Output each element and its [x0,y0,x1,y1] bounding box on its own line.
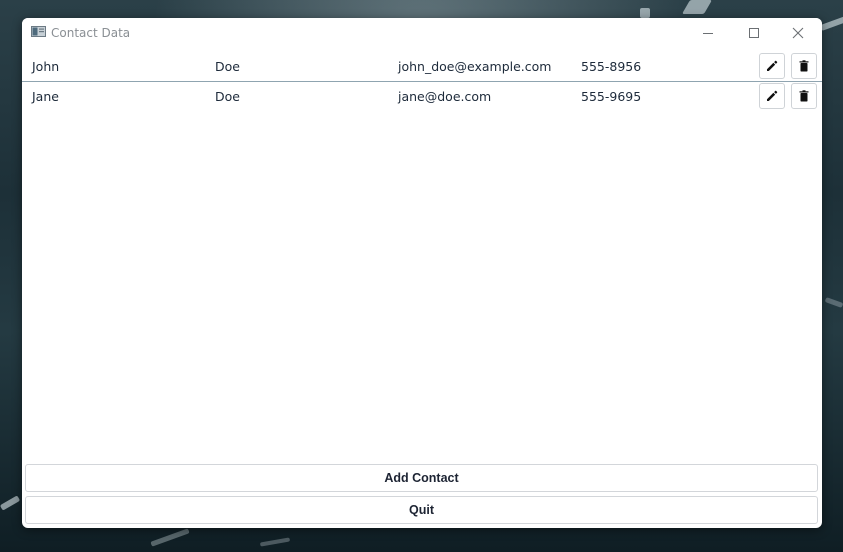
minimize-button[interactable] [686,18,730,48]
background-streak [640,8,650,18]
background-streak [0,495,21,511]
quit-button[interactable]: Quit [25,496,818,524]
minimize-icon [703,33,713,34]
trash-icon [799,60,809,72]
background-streak [259,537,291,547]
app-icon [31,26,46,37]
contact-phone: 555-8956 [581,59,642,74]
contact-email: john_doe@example.com [398,59,552,74]
contact-phone: 555-9695 [581,89,642,104]
background-streak [681,0,713,14]
contact-first-name: Jane [32,89,59,104]
maximize-button[interactable] [732,18,776,48]
contact-row[interactable]: John Doe john_doe@example.com 555-8956 [22,52,822,82]
maximize-icon [749,28,759,38]
delete-contact-button[interactable] [791,53,817,79]
background-streak [150,528,190,547]
close-icon [792,27,804,39]
trash-icon [799,90,809,102]
window-title: Contact Data [51,26,131,40]
contact-row[interactable]: Jane Doe jane@doe.com 555-9695 [22,82,822,112]
background-streak [819,15,843,31]
pencil-icon [767,60,778,71]
add-contact-button[interactable]: Add Contact [25,464,818,492]
edit-contact-button[interactable] [759,83,785,109]
background-streak [824,297,843,308]
close-button[interactable] [776,18,820,48]
contact-first-name: John [32,59,60,74]
pencil-icon [767,90,778,101]
title-bar[interactable]: Contact Data [22,18,822,48]
delete-contact-button[interactable] [791,83,817,109]
contact-list: John Doe john_doe@example.com 555-8956 J… [22,52,822,476]
contact-email: jane@doe.com [398,89,492,104]
contact-data-window: Contact Data John Doe john_doe@example.c… [22,18,822,528]
edit-contact-button[interactable] [759,53,785,79]
desktop-background: Contact Data John Doe john_doe@example.c… [0,0,843,552]
contact-last-name: Doe [215,89,240,104]
contact-last-name: Doe [215,59,240,74]
